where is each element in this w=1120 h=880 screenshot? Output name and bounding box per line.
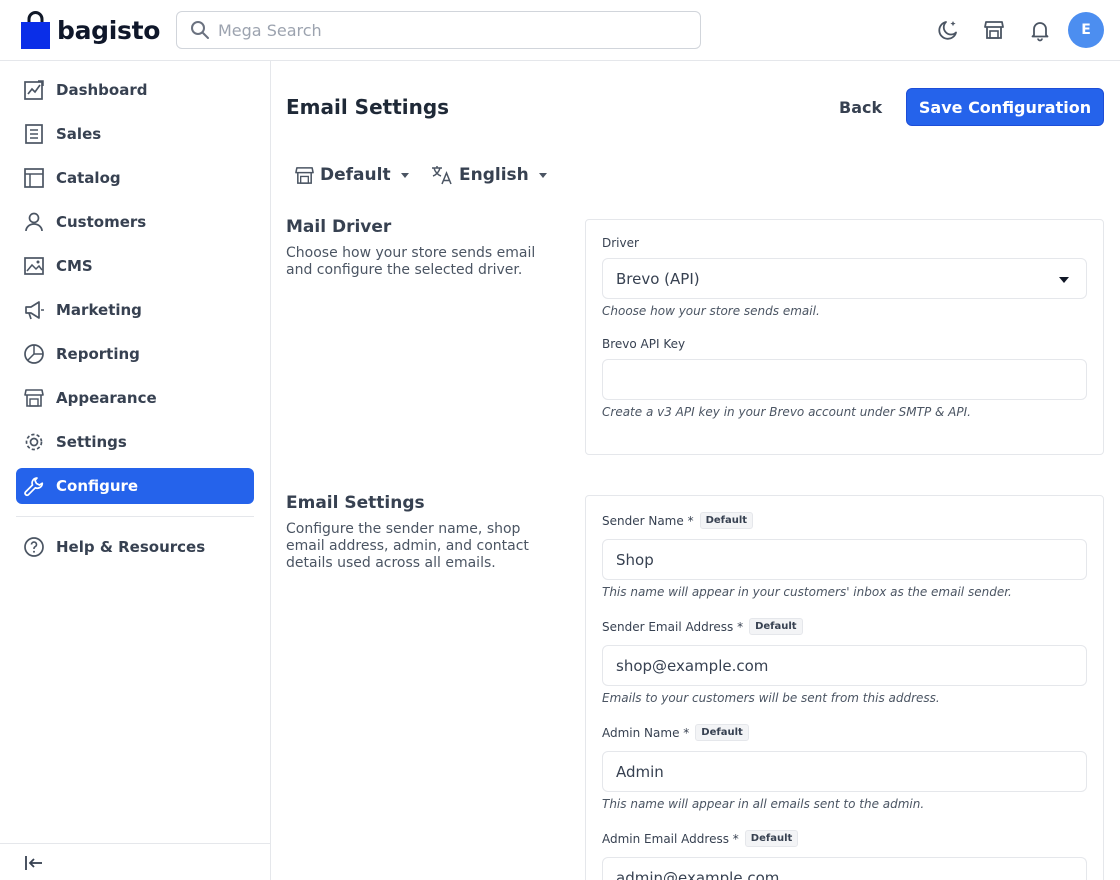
sidebar-item-catalog[interactable]: Catalog <box>16 160 254 196</box>
collapse-sidebar-icon[interactable] <box>23 852 45 874</box>
search-icon <box>191 21 209 39</box>
reporting-icon <box>23 343 45 365</box>
mail-driver-description: Choose how your store sends email and co… <box>286 245 536 278</box>
search-input[interactable] <box>218 20 678 40</box>
sidebar-item-sales[interactable]: Sales <box>16 116 254 152</box>
back-button[interactable]: Back <box>826 88 895 126</box>
configure-icon <box>23 475 45 497</box>
sidebar-item-customers[interactable]: Customers <box>16 204 254 240</box>
sales-icon <box>23 123 45 145</box>
channel-switcher[interactable]: Default <box>294 160 409 190</box>
mega-search[interactable] <box>176 11 701 49</box>
default-badge: Default <box>695 724 749 741</box>
sidebar-item-reporting[interactable]: Reporting <box>16 336 254 372</box>
top-header: bagisto E <box>0 0 1120 61</box>
caret-down-icon <box>538 172 547 178</box>
locale-label: English <box>459 165 529 185</box>
admin-email-input[interactable]: admin@example.com <box>602 857 1087 880</box>
notification-bell-icon[interactable] <box>1027 17 1053 43</box>
sender-email-hint: Emails to your customers will be sent fr… <box>602 691 940 705</box>
customers-icon <box>23 211 45 233</box>
dashboard-icon <box>23 79 45 101</box>
api-key-hint: Create a v3 API key in your Brevo accoun… <box>602 405 971 419</box>
email-settings-description: Configure the sender name, shop email ad… <box>286 521 529 571</box>
appearance-icon <box>23 387 45 409</box>
storefront-icon[interactable] <box>981 17 1007 43</box>
dark-mode-icon[interactable] <box>935 17 961 43</box>
api-key-label: Brevo API Key <box>602 337 686 351</box>
page-title: Email Settings <box>286 95 450 119</box>
sidebar-divider <box>16 516 254 517</box>
save-configuration-button[interactable]: Save Configuration <box>906 88 1104 126</box>
caret-down-icon <box>1059 277 1069 283</box>
store-icon <box>295 166 314 184</box>
catalog-icon <box>23 167 45 189</box>
sidebar-item-configure[interactable]: Configure <box>16 468 254 504</box>
sidebar-item-label: Settings <box>56 433 127 451</box>
caret-down-icon <box>400 172 409 178</box>
sidebar-item-label: Marketing <box>56 301 142 319</box>
sender-name-input[interactable]: Shop <box>602 539 1087 580</box>
email-settings-title: Email Settings <box>286 493 425 513</box>
brand-logo[interactable]: bagisto <box>21 11 160 49</box>
sidebar-item-label: Configure <box>56 477 139 495</box>
mail-driver-title: Mail Driver <box>286 217 392 237</box>
driver-hint: Choose how your store sends email. <box>602 304 820 318</box>
sidebar-footer-divider <box>0 843 270 844</box>
admin-name-hint: This name will appear in all emails sent… <box>602 797 925 811</box>
locale-switcher[interactable]: English <box>430 160 547 190</box>
sidebar-item-label: Appearance <box>56 389 157 407</box>
sidebar-item-label: Sales <box>56 125 102 143</box>
driver-selected-value: Brevo (API) <box>616 269 700 288</box>
marketing-icon <box>23 299 45 321</box>
sidebar-item-label: Customers <box>56 213 147 231</box>
sender-name-hint: This name will appear in your customers'… <box>602 585 1012 599</box>
sidebar-item-label: Help & Resources <box>56 538 206 556</box>
sidebar-item-label: Dashboard <box>56 81 148 99</box>
sender-email-label: Sender Email Address * Default <box>602 618 803 635</box>
help-icon <box>23 536 45 558</box>
sender-email-input[interactable]: shop@example.com <box>602 645 1087 686</box>
sidebar-item-label: Reporting <box>56 345 140 363</box>
sidebar-item-dashboard[interactable]: Dashboard <box>16 72 254 108</box>
admin-email-label: Admin Email Address * Default <box>602 830 799 847</box>
admin-name-label: Admin Name * Default <box>602 724 749 741</box>
sidebar-item-cms[interactable]: CMS <box>16 248 254 284</box>
translate-icon <box>432 166 452 185</box>
sidebar-item-marketing[interactable]: Marketing <box>16 292 254 328</box>
settings-icon <box>23 431 45 453</box>
sidebar-item-help[interactable]: Help & Resources <box>16 529 254 565</box>
sidebar-item-settings[interactable]: Settings <box>16 424 254 460</box>
shopping-bag-icon <box>21 11 50 49</box>
admin-name-input[interactable]: Admin <box>602 751 1087 792</box>
api-key-input[interactable] <box>602 359 1087 400</box>
channel-label: Default <box>320 165 391 185</box>
default-badge: Default <box>699 512 754 529</box>
driver-label: Driver <box>602 236 639 250</box>
sidebar-item-label: CMS <box>56 257 93 275</box>
default-badge: Default <box>744 830 799 847</box>
default-badge: Default <box>749 618 803 635</box>
sender-name-label: Sender Name * Default <box>602 512 754 529</box>
sidebar: Dashboard Sales Catalog Customers CMS Ma… <box>0 61 271 880</box>
sidebar-item-appearance[interactable]: Appearance <box>16 380 254 416</box>
brand-name: bagisto <box>57 15 161 45</box>
sidebar-item-label: Catalog <box>56 169 121 187</box>
user-avatar[interactable]: E <box>1068 12 1104 48</box>
cms-icon <box>23 255 45 277</box>
driver-select[interactable]: Brevo (API) <box>602 258 1087 299</box>
